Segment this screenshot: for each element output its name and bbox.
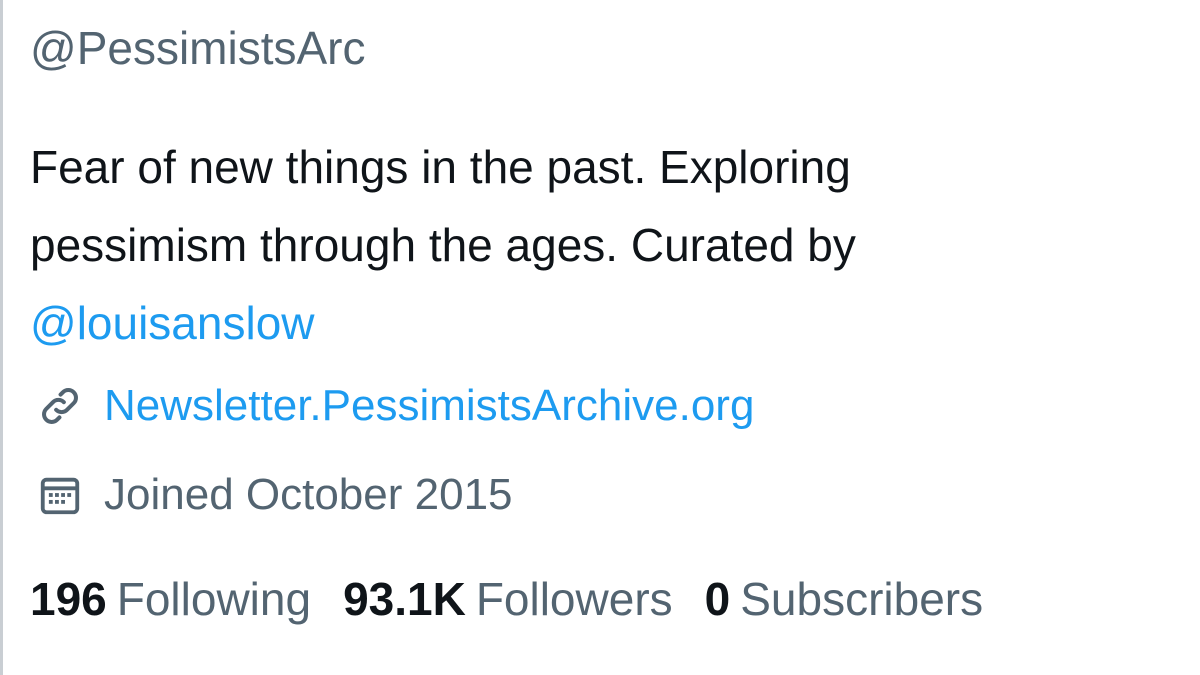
following-stat[interactable]: 196 Following — [30, 571, 311, 627]
profile-joined-date: Joined October 2015 — [34, 467, 513, 523]
subscribers-count: 0 — [704, 573, 731, 625]
window-edge — [0, 0, 3, 675]
profile-handle: @PessimistsArc — [30, 22, 366, 74]
followers-count: 93.1K — [343, 573, 466, 625]
calendar-icon — [34, 469, 86, 521]
following-label: Following — [116, 573, 312, 625]
profile-bio: Fear of new things in the past. Explorin… — [30, 128, 1140, 362]
subscribers-stat[interactable]: 0 Subscribers — [705, 571, 983, 627]
following-count: 196 — [30, 573, 107, 625]
bio-mention-link[interactable]: @louisanslow — [30, 284, 1140, 362]
profile-website: Newsletter.PessimistsArchive.org — [34, 378, 754, 434]
subscribers-label: Subscribers — [740, 573, 984, 625]
profile-stats: 196 Following 93.1K Followers 0 Subscribers — [30, 571, 1015, 627]
followers-stat[interactable]: 93.1K Followers — [343, 571, 673, 627]
followers-label: Followers — [475, 573, 673, 625]
bio-line: pessimism through the ages. Curated by — [30, 219, 856, 271]
link-icon — [34, 380, 86, 432]
website-link[interactable]: Newsletter.PessimistsArchive.org — [104, 378, 754, 434]
joined-label: Joined October 2015 — [104, 470, 513, 519]
bio-line: Fear of new things in the past. Explorin… — [30, 141, 851, 193]
